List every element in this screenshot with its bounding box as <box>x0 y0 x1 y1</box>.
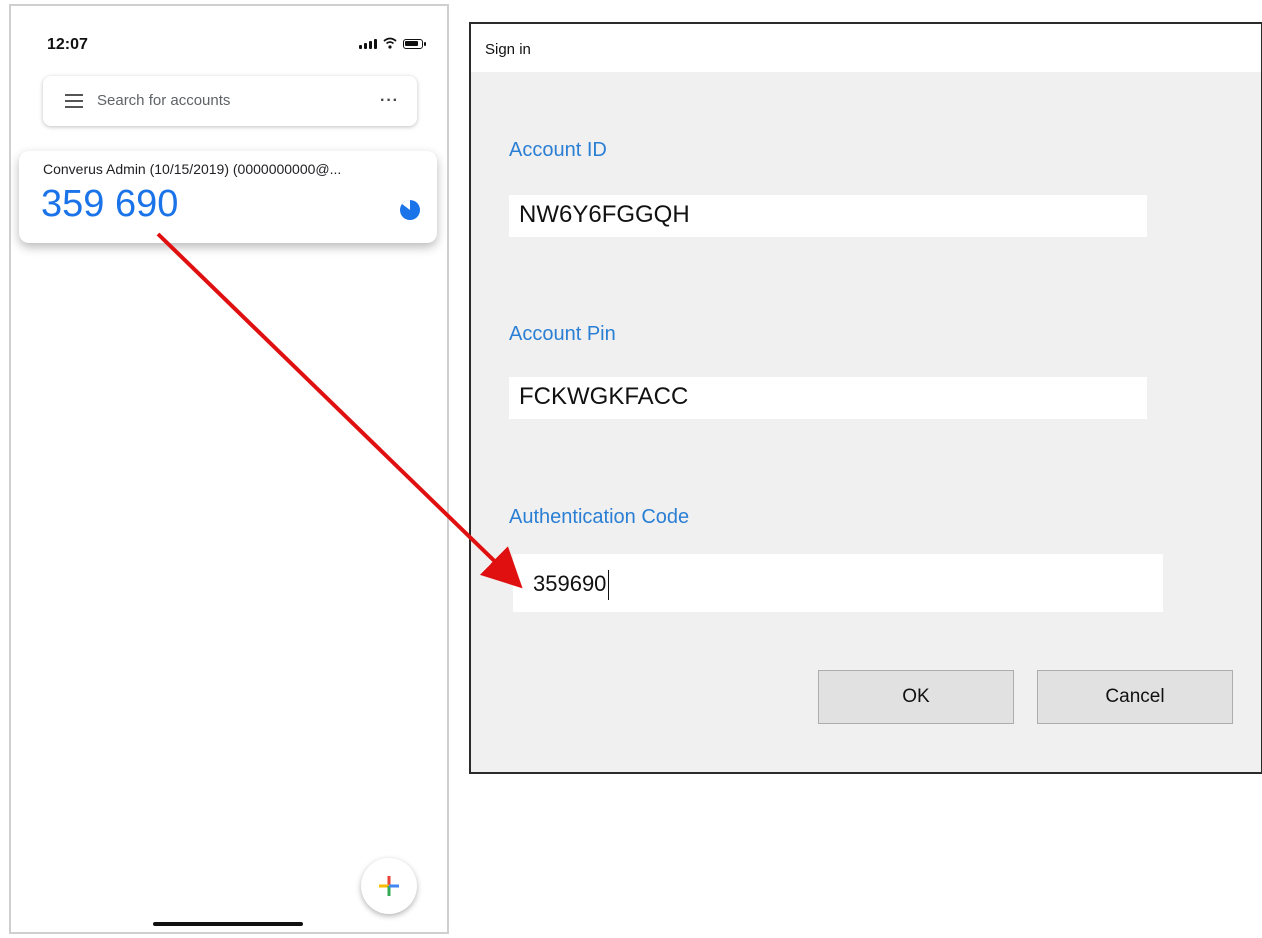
add-account-button[interactable] <box>361 858 417 914</box>
wifi-icon <box>383 37 397 49</box>
battery-icon <box>403 39 426 49</box>
add-icon <box>379 876 399 896</box>
search-bar[interactable]: Search for accounts ··· <box>43 76 417 126</box>
authenticator-phone: 12:07 Search for accounts ··· Converus A… <box>9 4 449 934</box>
auth-code-label: Authentication Code <box>509 506 690 528</box>
auth-code-field[interactable]: 359690 <box>513 554 1163 612</box>
signal-icon <box>359 39 377 49</box>
account-name: Converus Admin (10/15/2019) (0000000000@… <box>43 161 342 177</box>
status-icons <box>359 37 426 49</box>
auth-code-value: 359690 <box>533 570 607 596</box>
cancel-button[interactable]: Cancel <box>1037 670 1233 724</box>
account-card[interactable]: Converus Admin (10/15/2019) (0000000000@… <box>19 151 437 243</box>
account-pin-value: FCKWGKFACC <box>519 383 689 410</box>
search-input[interactable]: Search for accounts <box>97 92 230 109</box>
more-icon[interactable]: ··· <box>380 92 399 110</box>
account-pin-field[interactable]: FCKWGKFACC <box>509 377 1147 419</box>
account-id-value: NW6Y6FGGQH <box>519 201 690 228</box>
sign-in-dialog: Sign in Account ID NW6Y6FGGQH Account Pi… <box>469 22 1262 774</box>
timer-icon <box>400 200 420 220</box>
account-id-field[interactable]: NW6Y6FGGQH <box>509 195 1147 237</box>
status-time: 12:07 <box>47 36 88 53</box>
home-indicator <box>153 922 303 926</box>
status-bar: 12:07 <box>11 6 447 66</box>
account-code[interactable]: 359 690 <box>41 183 178 226</box>
account-id-label: Account ID <box>509 139 607 161</box>
dialog-titlebar: Sign in <box>471 24 1261 72</box>
menu-icon[interactable] <box>65 94 83 108</box>
text-caret <box>608 570 610 600</box>
ok-button[interactable]: OK <box>818 670 1014 724</box>
account-pin-label: Account Pin <box>509 323 616 345</box>
dialog-title: Sign in <box>485 41 531 58</box>
